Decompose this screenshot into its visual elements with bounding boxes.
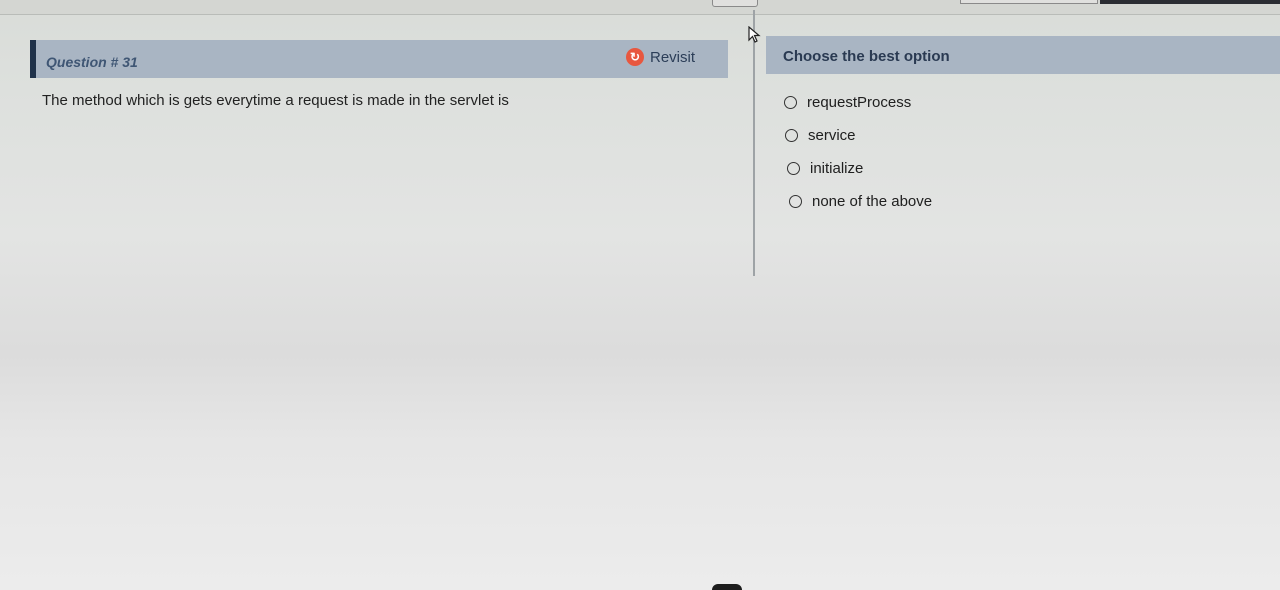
question-header: Question # 31 ↻ Revisit [30,40,728,78]
revisit-icon: ↻ [626,48,644,66]
toolbar-tab[interactable] [960,0,1098,4]
question-text: The method which is gets everytime a req… [42,92,509,109]
option-label: requestProcess [807,94,912,111]
options-header: Choose the best option [766,36,1280,74]
radio-button[interactable] [789,195,802,208]
option-request-process[interactable]: requestProcess [784,86,932,119]
window-edge [1100,0,1280,4]
revisit-button[interactable]: ↻ Revisit [626,48,695,66]
radio-button[interactable] [784,96,797,109]
toolbar-tab[interactable] [712,0,758,7]
option-label: initialize [810,160,864,177]
radio-button[interactable] [785,129,798,142]
screen-bottom-object [712,584,742,590]
revisit-label: Revisit [650,48,696,66]
option-service[interactable]: service [785,119,932,152]
option-label: none of the above [812,193,933,210]
options-title: Choose the best option [783,48,950,65]
option-label: service [808,127,856,144]
radio-button[interactable] [787,162,800,175]
option-initialize[interactable]: initialize [787,152,932,185]
top-toolbar-strip [0,0,1280,15]
panel-divider [753,10,755,276]
question-number: Question # 31 [46,54,138,70]
option-none-of-the-above[interactable]: none of the above [789,185,932,218]
options-list: requestProcess service initialize none o… [784,86,932,218]
mouse-pointer-icon [748,25,762,49]
